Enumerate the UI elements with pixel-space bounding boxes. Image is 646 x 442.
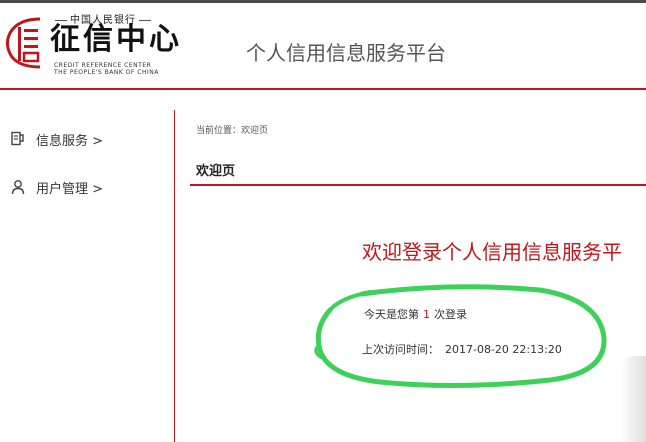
- last-visit-label: 上次访问时间：: [362, 343, 439, 356]
- page-title: 欢迎页: [196, 164, 236, 179]
- corner-shade: [620, 356, 646, 442]
- header: 中国人民银行 征信中心 CREDIT REFERENCE CENTER THE …: [0, 3, 646, 87]
- sidebar-item-info-service[interactable]: 信息服务 >: [10, 128, 103, 150]
- document-icon: [11, 131, 24, 146]
- sidebar-item-label: 信息服务 >: [36, 133, 104, 149]
- sidebar-divider: [174, 110, 175, 442]
- last-visit-time: 2017-08-20 22:13:20: [445, 343, 562, 356]
- logo-english-line2: THE PEOPLE'S BANK OF CHINA: [54, 69, 159, 76]
- sidebar-item-user-management[interactable]: 用户管理 >: [10, 176, 103, 198]
- login-prefix: 今天是您第: [364, 308, 419, 321]
- user-icon: [11, 180, 25, 195]
- logo-english-line1: CREDIT REFERENCE CENTER: [54, 62, 152, 69]
- green-annotation-circle: [314, 284, 607, 389]
- welcome-heading: 欢迎登录个人信用信息服务平: [362, 240, 622, 264]
- sidebar-item-label: 用户管理 >: [36, 181, 104, 197]
- login-suffix: 次登录: [434, 308, 467, 321]
- logo-seal-icon: [5, 17, 41, 69]
- platform-title: 个人信用信息服务平台: [246, 41, 446, 65]
- login-count-text: 今天是您第 1 次登录: [364, 306, 467, 322]
- title-divider: [190, 184, 646, 186]
- breadcrumb: 当前位置：欢迎页: [196, 126, 269, 136]
- last-visit-text: 上次访问时间： 2017-08-20 22:13:20: [362, 341, 562, 357]
- login-count: 1: [423, 308, 430, 321]
- logo-main-text: 征信中心: [50, 22, 182, 57]
